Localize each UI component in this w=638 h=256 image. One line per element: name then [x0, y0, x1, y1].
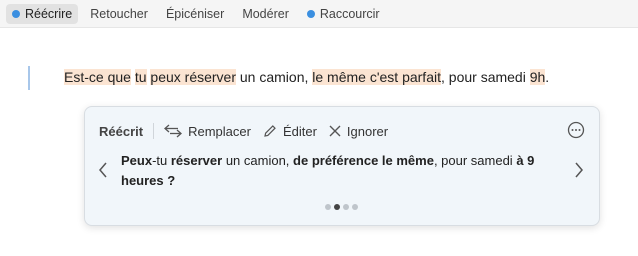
chevron-right-icon[interactable] [573, 161, 585, 179]
unchanged-text: , pour samedi [433, 153, 517, 168]
tool-label: Modérer [242, 6, 289, 21]
swap-arrows-icon [164, 124, 183, 138]
page-dot[interactable] [325, 204, 331, 210]
unchanged-text: un camion, [222, 153, 294, 168]
highlight-segment[interactable]: tu [134, 69, 147, 85]
replace-label: Remplacer [188, 123, 251, 139]
text-segment: , pour samedi [441, 69, 530, 85]
highlight-segment[interactable]: 9h [529, 69, 546, 85]
more-options-icon[interactable] [567, 121, 585, 139]
pagination-dots [325, 204, 358, 210]
chevron-left-icon[interactable] [97, 161, 109, 179]
changed-text: ? [163, 173, 176, 188]
edit-button[interactable]: Éditer [263, 124, 317, 139]
tool-label: Retoucher [90, 6, 148, 21]
document-sentence[interactable]: Est-ce que tu peux réserver un camion, l… [64, 69, 549, 85]
unchanged-text: -tu [152, 153, 171, 168]
page-dot[interactable] [343, 204, 349, 210]
page-dot-current[interactable] [334, 204, 340, 210]
tool-moderer[interactable]: Modérer [236, 4, 295, 24]
ignore-label: Ignorer [346, 123, 389, 139]
changed-text: réserver [170, 153, 223, 168]
tool-reecrire[interactable]: Réécrire [6, 3, 79, 24]
tool-label: Réécrire [25, 6, 73, 21]
suggestion-text[interactable]: Peux-tu réserver un camion, de préférenc… [121, 151, 551, 191]
edit-label: Éditer [282, 123, 317, 139]
tool-label: Raccourcir [319, 6, 380, 21]
popover-title: Réécrit [99, 123, 144, 139]
highlight-segment[interactable]: le même c'est parfait [312, 69, 441, 85]
changed-text: Peux [121, 153, 153, 168]
tool-raccourcir[interactable]: Raccourcir [301, 4, 386, 24]
popover-header: Réécrit Remplacer Éditer Ignorer [99, 121, 400, 141]
changed-text: de préférence le même [293, 153, 434, 168]
status-dot-icon [306, 9, 315, 18]
close-icon [329, 125, 341, 137]
tool-epiceniser[interactable]: Épicéniser [160, 4, 230, 24]
status-dot-icon [12, 9, 20, 18]
page-dot[interactable] [352, 204, 358, 210]
highlight-segment[interactable]: peux réserver [150, 69, 236, 85]
text-segment: un camion, [236, 69, 313, 85]
divider [153, 123, 155, 139]
text-caret-bar [28, 66, 30, 90]
text-segment: . [545, 69, 550, 85]
action-toolbar: Réécrire Retoucher Épicéniser Modérer Ra… [0, 0, 638, 28]
rewrite-popover: Réécrit Remplacer Éditer Ignorer Peux-tu… [84, 106, 600, 226]
tool-retoucher[interactable]: Retoucher [84, 4, 154, 24]
pencil-icon [264, 125, 276, 137]
ignore-button[interactable]: Ignorer [329, 124, 388, 139]
tool-label: Épicéniser [165, 6, 225, 21]
highlight-segment[interactable]: Est-ce que [64, 69, 131, 85]
replace-button[interactable]: Remplacer [164, 124, 251, 139]
